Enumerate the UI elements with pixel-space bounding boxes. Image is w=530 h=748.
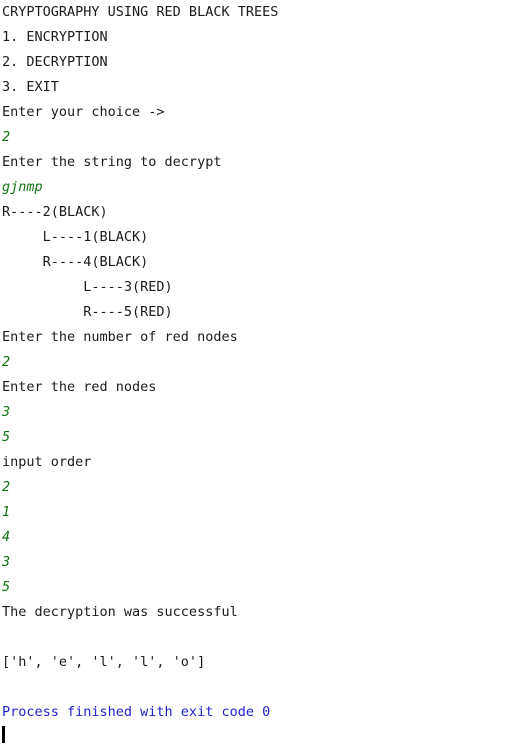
console-input-line: 3 <box>2 554 11 570</box>
console-input-line: 2 <box>2 129 11 145</box>
text-cursor <box>2 726 5 743</box>
console-output-line: Enter the string to decrypt <box>2 154 222 170</box>
console-output-line: Enter the red nodes <box>2 379 157 395</box>
console-output-line: 1. ENCRYPTION <box>2 29 108 45</box>
console-line-list: CRYPTOGRAPHY USING RED BLACK TREES 1. ENC… <box>0 0 530 725</box>
console-output-line: The decryption was successful <box>2 604 238 620</box>
console-output-line: ['h', 'e', 'l', 'l', 'o'] <box>2 654 206 670</box>
console-input-line: 1 <box>2 504 11 520</box>
console-input-line: 5 <box>2 579 11 595</box>
console-output-line: R----2(BLACK) <box>2 204 108 220</box>
console-output-pane[interactable]: CRYPTOGRAPHY USING RED BLACK TREES 1. ENC… <box>0 0 530 745</box>
console-output-line: L----1(BLACK) <box>2 229 149 245</box>
console-output-line: Enter the number of red nodes <box>2 329 238 345</box>
console-output-line: Enter your choice -> <box>2 104 165 120</box>
console-output-line: 2. DECRYPTION <box>2 54 108 70</box>
console-output-line: R----4(BLACK) <box>2 254 149 270</box>
console-output-line: 3. EXIT <box>2 79 59 95</box>
console-output-line: R----5(RED) <box>2 304 173 320</box>
console-input-line: 5 <box>2 429 11 445</box>
console-output-line: input order <box>2 454 92 470</box>
console-input-line: 2 <box>2 479 11 495</box>
console-output-line: CRYPTOGRAPHY USING RED BLACK TREES <box>2 4 279 20</box>
console-input-line: 3 <box>2 404 11 420</box>
console-status-line: Process finished with exit code 0 <box>2 704 271 720</box>
console-input-line: 2 <box>2 354 11 370</box>
console-input-line: gjnmp <box>2 179 43 195</box>
console-output-line: L----3(RED) <box>2 279 173 295</box>
console-input-line: 4 <box>2 529 11 545</box>
